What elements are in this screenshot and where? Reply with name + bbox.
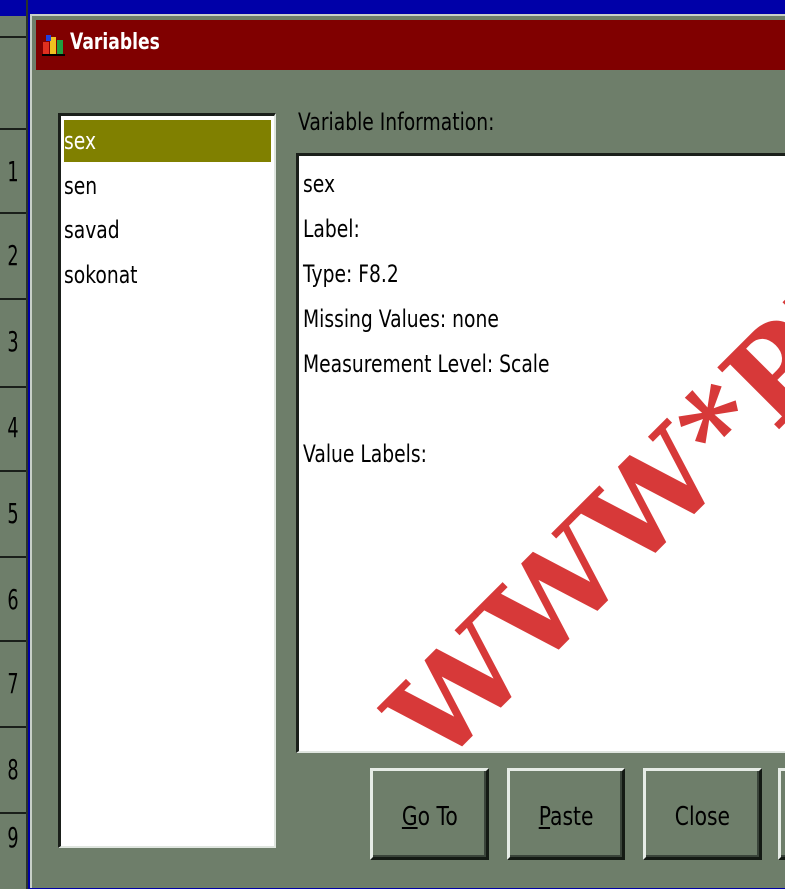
strip-top-bar <box>0 0 26 16</box>
row-number[interactable]: 3 <box>4 322 22 362</box>
list-item[interactable]: sex <box>64 120 271 162</box>
row-divider <box>0 128 26 130</box>
paste-mnemonic: P <box>538 802 550 832</box>
row-number[interactable]: 4 <box>4 408 22 448</box>
info-label-line: Label: <box>303 215 360 243</box>
row-number-strip: 1 2 3 4 5 6 7 8 9 <box>0 0 28 889</box>
go-to-label: o To <box>417 802 458 832</box>
paste-button[interactable]: Paste <box>507 768 625 860</box>
spss-app-icon <box>42 35 65 56</box>
row-number[interactable]: 9 <box>4 818 22 858</box>
info-measurement-level-line: Measurement Level: Scale <box>303 350 550 378</box>
close-button[interactable]: Close <box>643 768 762 860</box>
variable-information-label: Variable Information: <box>298 108 495 136</box>
row-number[interactable]: 8 <box>4 750 22 790</box>
row-divider <box>0 470 26 472</box>
variable-listbox[interactable]: sex sen savad sokonat <box>58 113 276 848</box>
title-bar[interactable]: Variables <box>36 20 785 70</box>
info-missing-values-line: Missing Values: none <box>303 305 499 333</box>
info-value-labels-line: Value Labels: <box>303 440 427 468</box>
row-divider <box>0 386 26 388</box>
row-divider <box>0 812 26 814</box>
paste-label: aste <box>549 802 594 832</box>
row-divider <box>0 726 26 728</box>
window-title: Variables <box>70 30 160 55</box>
row-number[interactable]: 1 <box>4 152 22 192</box>
list-item[interactable]: sokonat <box>64 254 271 296</box>
go-to-button[interactable]: Go To <box>370 768 489 860</box>
help-button-partial[interactable] <box>778 768 785 860</box>
row-number[interactable]: 7 <box>4 664 22 704</box>
row-divider <box>0 556 26 558</box>
row-number[interactable]: 5 <box>4 494 22 534</box>
row-divider <box>0 298 26 300</box>
row-divider <box>0 212 26 214</box>
close-label: Close <box>674 802 731 832</box>
list-item[interactable]: savad <box>64 209 271 251</box>
info-type-line: Type: F8.2 <box>303 260 399 288</box>
go-to-mnemonic: G <box>401 802 418 832</box>
row-divider <box>0 36 26 38</box>
list-item[interactable]: sen <box>64 165 271 207</box>
info-variable-name: sex <box>303 170 336 198</box>
row-number[interactable]: 2 <box>4 236 22 276</box>
row-number[interactable]: 6 <box>4 580 22 620</box>
row-divider <box>0 640 26 642</box>
